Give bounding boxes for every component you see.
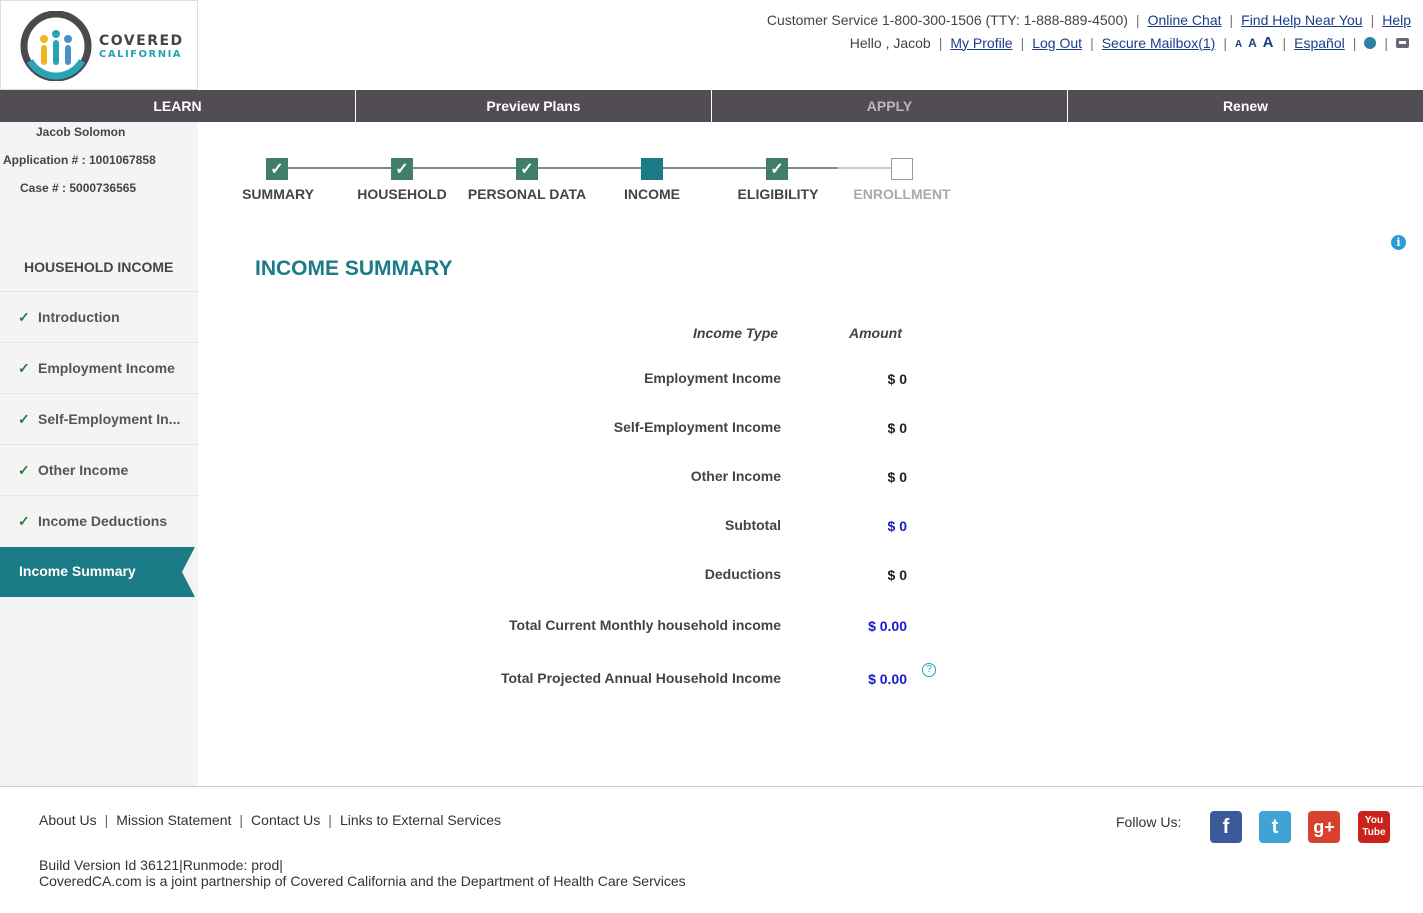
left-sidebar: Jacob Solomon Application # : 1001067858… (0, 122, 198, 787)
info-icon[interactable]: i (1391, 235, 1406, 250)
row-label-self-employment-income: Self-Employment Income (613, 419, 781, 435)
twitter-icon[interactable]: t (1259, 811, 1291, 843)
checkmark-icon: ✓ (18, 512, 30, 529)
site-footer: About Us | Mission Statement | Contact Us | Li… (0, 786, 1423, 913)
sidebar-heading: HOUSEHOLD INCOME (24, 259, 174, 275)
application-number: Application # : 1001067858 (3, 153, 156, 167)
sidebar-item-label: Other Income (38, 462, 129, 478)
nav-apply[interactable]: APPLY (712, 90, 1068, 122)
step-eligibility-label[interactable]: ELIGIBILITY (738, 186, 819, 202)
row-value-self-employment-income: $ 0 (887, 420, 907, 436)
runmode: Runmode: prod (182, 857, 280, 873)
mission-statement-link[interactable]: Mission Statement (116, 812, 231, 828)
sidebar-item-income-summary[interactable]: Income Summary (0, 547, 195, 597)
partnership-statement: CoveredCA.com is a joint partnership of … (39, 873, 686, 889)
checkmark-icon: ✓ (18, 308, 30, 325)
utility-bar-bottom: Hello , Jacob | My Profile | Log Out | Secu… (850, 34, 1409, 51)
sidebar-item-income-deductions[interactable]: ✓ Income Deductions (0, 496, 198, 546)
follow-us-label: Follow Us: (1116, 814, 1182, 830)
main-navigation: LEARN Preview Plans APPLY Renew (0, 90, 1423, 122)
print-icon[interactable] (1396, 37, 1409, 48)
find-help-link[interactable]: Find Help Near You (1241, 12, 1362, 28)
question-help-icon[interactable]: ? (922, 663, 936, 677)
logo-wordmark-california: CALIFORNIA (99, 49, 183, 60)
step-enrollment-label: ENROLLMENT (853, 186, 951, 202)
checkmark-icon: ✓ (18, 410, 30, 427)
row-label-subtotal: Subtotal (725, 517, 781, 533)
customer-service-text: Customer Service 1-800-300-1506 (TTY: 1-… (766, 12, 1128, 28)
row-value-total-annual-income: $ 0.00 (868, 671, 907, 687)
application-progress-tracker: ✓ SUMMARY ✓ HOUSEHOLD ✓ PERSONAL DATA IN… (198, 122, 1423, 222)
step-summary-checkbox[interactable]: ✓ (266, 158, 288, 180)
footer-links: About Us | Mission Statement | Contact Us | Li… (39, 812, 502, 828)
sidebar-item-introduction[interactable]: ✓ Introduction (0, 292, 198, 342)
progress-line (288, 167, 678, 169)
row-value-subtotal: $ 0 (887, 518, 907, 534)
utility-bar-top: Customer Service 1-800-300-1506 (TTY: 1-… (766, 12, 1411, 28)
help-link[interactable]: Help (1382, 12, 1411, 28)
row-value-total-monthly-income: $ 0.00 (868, 618, 907, 634)
nav-preview-plans[interactable]: Preview Plans (356, 90, 712, 122)
online-chat-link[interactable]: Online Chat (1148, 12, 1222, 28)
row-label-deductions: Deductions (704, 566, 781, 582)
my-profile-link[interactable]: My Profile (950, 35, 1012, 51)
step-income-label[interactable]: INCOME (624, 186, 680, 202)
log-out-link[interactable]: Log Out (1032, 35, 1082, 51)
step-income-indicator[interactable] (641, 158, 663, 180)
sidebar-item-other-income[interactable]: ✓ Other Income (0, 445, 198, 495)
facebook-icon[interactable]: f (1210, 811, 1242, 843)
sidebar-item-label: Income Deductions (38, 513, 168, 529)
progress-line (838, 167, 898, 169)
build-info: Build Version Id 36121|Runmode: prod| (39, 857, 283, 873)
step-personal-data-checkbox[interactable]: ✓ (516, 158, 538, 180)
external-services-link[interactable]: Links to External Services (340, 812, 501, 828)
progress-line (678, 167, 838, 169)
step-summary-label[interactable]: SUMMARY (242, 186, 314, 202)
covered-california-logo[interactable]: COVERED CALIFORNIA (0, 0, 198, 90)
row-label-total-monthly-income: Total Current Monthly household income (509, 617, 781, 633)
step-household-checkbox[interactable]: ✓ (391, 158, 413, 180)
greeting-text: Hello , Jacob (849, 34, 931, 51)
about-us-link[interactable]: About Us (39, 812, 97, 828)
sidebar-item-label: Introduction (38, 309, 120, 325)
row-value-other-income: $ 0 (887, 469, 907, 485)
step-enrollment-checkbox (891, 158, 913, 180)
step-household-label[interactable]: HOUSEHOLD (357, 186, 446, 202)
row-label-other-income: Other Income (690, 468, 781, 484)
secure-mailbox-link[interactable]: Secure Mailbox(1) (1102, 35, 1216, 51)
logo-emblem-icon (20, 11, 92, 81)
globe-icon[interactable] (1364, 36, 1377, 49)
page-title: INCOME SUMMARY (255, 257, 453, 280)
espanol-link[interactable]: Español (1294, 35, 1345, 51)
column-header-income-type: Income Type (693, 325, 779, 341)
font-medium-button[interactable]: A (1248, 36, 1258, 50)
nav-renew[interactable]: Renew (1068, 90, 1423, 122)
build-version: Build Version Id 36121 (39, 857, 180, 873)
nav-learn[interactable]: LEARN (0, 90, 356, 122)
logo-wordmark-covered: COVERED (99, 33, 184, 49)
applicant-name: Jacob Solomon (36, 125, 126, 139)
case-number: Case # : 5000736565 (20, 181, 137, 195)
sidebar-item-label: Income Summary (19, 563, 136, 579)
sidebar-item-label: Employment Income (38, 360, 175, 376)
contact-us-link[interactable]: Contact Us (251, 812, 320, 828)
sidebar-item-label: Self-Employment In... (38, 411, 181, 427)
step-personal-data-label[interactable]: PERSONAL DATA (468, 186, 586, 202)
row-label-employment-income: Employment Income (644, 370, 781, 386)
column-header-amount: Amount (849, 325, 902, 341)
checkmark-icon: ✓ (18, 461, 30, 478)
font-large-button[interactable]: A (1263, 34, 1275, 51)
sidebar-item-self-employment-income[interactable]: ✓ Self-Employment In... (0, 394, 198, 444)
google-plus-icon[interactable]: g+ (1308, 811, 1340, 843)
row-value-employment-income: $ 0 (887, 371, 907, 387)
row-label-total-annual-income: Total Projected Annual Household Income (500, 670, 781, 686)
font-small-button[interactable]: A (1235, 39, 1243, 50)
checkmark-icon: ✓ (18, 359, 30, 376)
sidebar-item-employment-income[interactable]: ✓ Employment Income (0, 343, 198, 393)
font-size-controls: A A A (1235, 34, 1275, 51)
youtube-icon[interactable]: You Tube (1358, 811, 1390, 843)
row-value-deductions: $ 0 (887, 567, 907, 583)
site-header: COVERED CALIFORNIA Customer Service 1-80… (0, 0, 1423, 90)
step-eligibility-checkbox[interactable]: ✓ (766, 158, 788, 180)
